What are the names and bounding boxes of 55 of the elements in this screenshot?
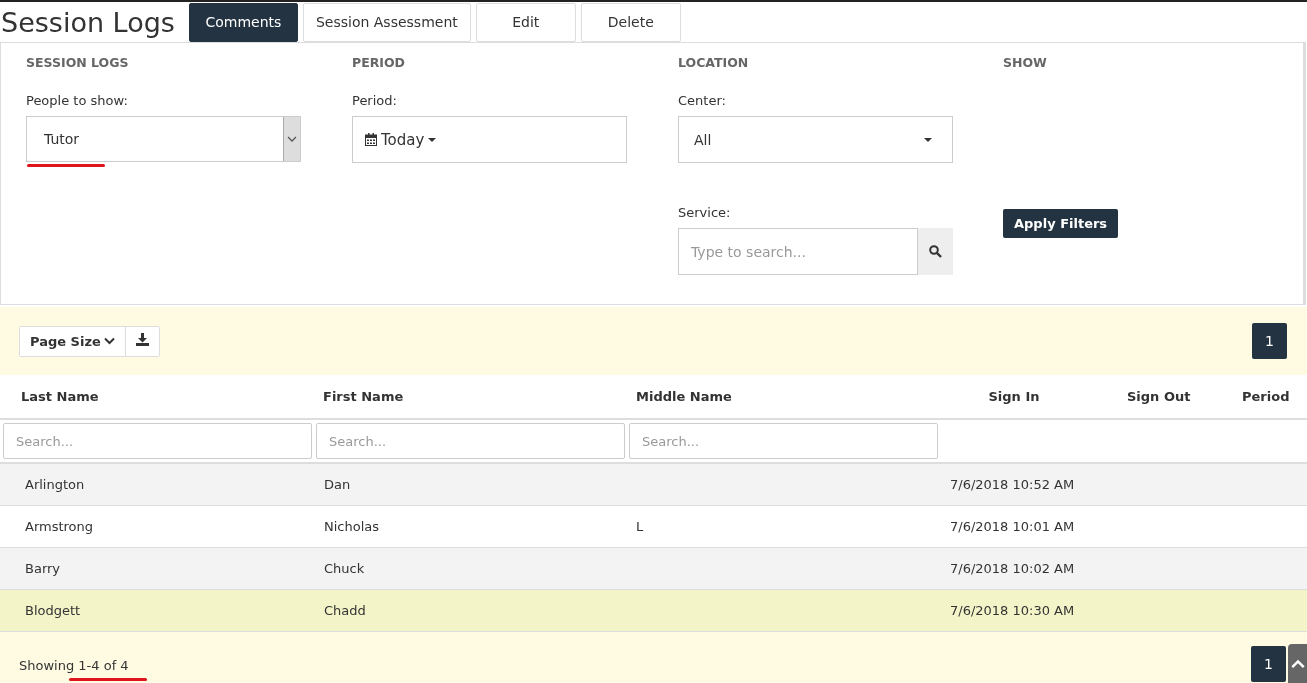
download-icon: [135, 333, 149, 346]
section-heading: LOCATION: [678, 55, 749, 70]
table-cell: 7/6/2018 10:02 AM: [950, 561, 1075, 576]
field-label: People to show:: [26, 93, 128, 108]
table-cell: Dan: [324, 477, 351, 492]
chevron-up-icon: [1290, 659, 1305, 669]
table-cell: 7/6/2018 10:52 AM: [950, 477, 1075, 492]
table-cell: Chuck: [324, 561, 365, 576]
service-search-field[interactable]: Type to search...: [678, 228, 918, 275]
table-cell: Blodgett: [25, 603, 81, 618]
table-cell: Arlington: [25, 477, 85, 492]
table-cell: Chadd: [324, 603, 366, 618]
table-row[interactable]: Blodgett Chadd 7/6/2018 10:30 AM: [0, 590, 1307, 632]
action-button[interactable]: Session Assessment: [302, 2, 471, 42]
section-heading: PERIOD: [352, 55, 405, 70]
page-title: Session Logs: [0, 6, 175, 38]
column-search-field[interactable]: Search...: [629, 423, 938, 459]
field-label: Center:: [678, 93, 726, 108]
calendar-icon: [365, 133, 377, 146]
action-button[interactable]: Edit: [475, 2, 576, 42]
center-select[interactable]: All: [678, 116, 953, 163]
search-button[interactable]: [918, 228, 953, 275]
table-cell: 7/6/2018 10:01 AM: [950, 519, 1075, 534]
column-header[interactable]: Period: [1221, 389, 1307, 404]
table-cell: Barry: [25, 561, 61, 576]
column-search-field[interactable]: Search...: [316, 423, 625, 459]
page-button[interactable]: 1: [1251, 646, 1286, 682]
chevron-down-icon: [103, 337, 115, 345]
table-row[interactable]: Arlington Dan 7/6/2018 10:52 AM: [0, 464, 1307, 506]
action-button[interactable]: Delete: [580, 2, 681, 42]
search-icon: [929, 245, 942, 258]
caret-icon: [924, 137, 932, 142]
table-cell: Nicholas: [324, 519, 380, 534]
column-header[interactable]: Last Name: [0, 389, 313, 404]
period-dropdown[interactable]: Today: [353, 130, 437, 149]
table-cell: L: [636, 519, 644, 534]
column-header[interactable]: Sign In: [939, 389, 1089, 404]
section-heading: SHOW: [1003, 55, 1047, 70]
page-button[interactable]: 1: [1252, 323, 1287, 359]
table-row[interactable]: Barry Chuck 7/6/2018 10:02 AM: [0, 548, 1307, 590]
page-size-button[interactable]: Page Size: [20, 326, 126, 356]
table-cell: Armstrong: [25, 519, 94, 534]
column-header[interactable]: Sign Out: [1089, 389, 1221, 404]
table-cell: 7/6/2018 10:30 AM: [950, 603, 1075, 618]
caret-icon: [428, 137, 437, 142]
column-header[interactable]: Middle Name: [626, 389, 939, 404]
field-label: Service:: [678, 205, 731, 220]
apply-filters-button[interactable]: Apply Filters: [1003, 209, 1119, 238]
field-label: Period:: [352, 93, 397, 108]
column-header[interactable]: First Name: [313, 389, 626, 404]
results-count: Showing 1-4 of 4: [19, 658, 129, 682]
column-search-field[interactable]: Search...: [3, 423, 312, 459]
scroll-to-top-button[interactable]: [1288, 644, 1307, 683]
section-heading: SESSION LOGS: [26, 55, 129, 70]
action-button[interactable]: Comments: [188, 2, 298, 42]
